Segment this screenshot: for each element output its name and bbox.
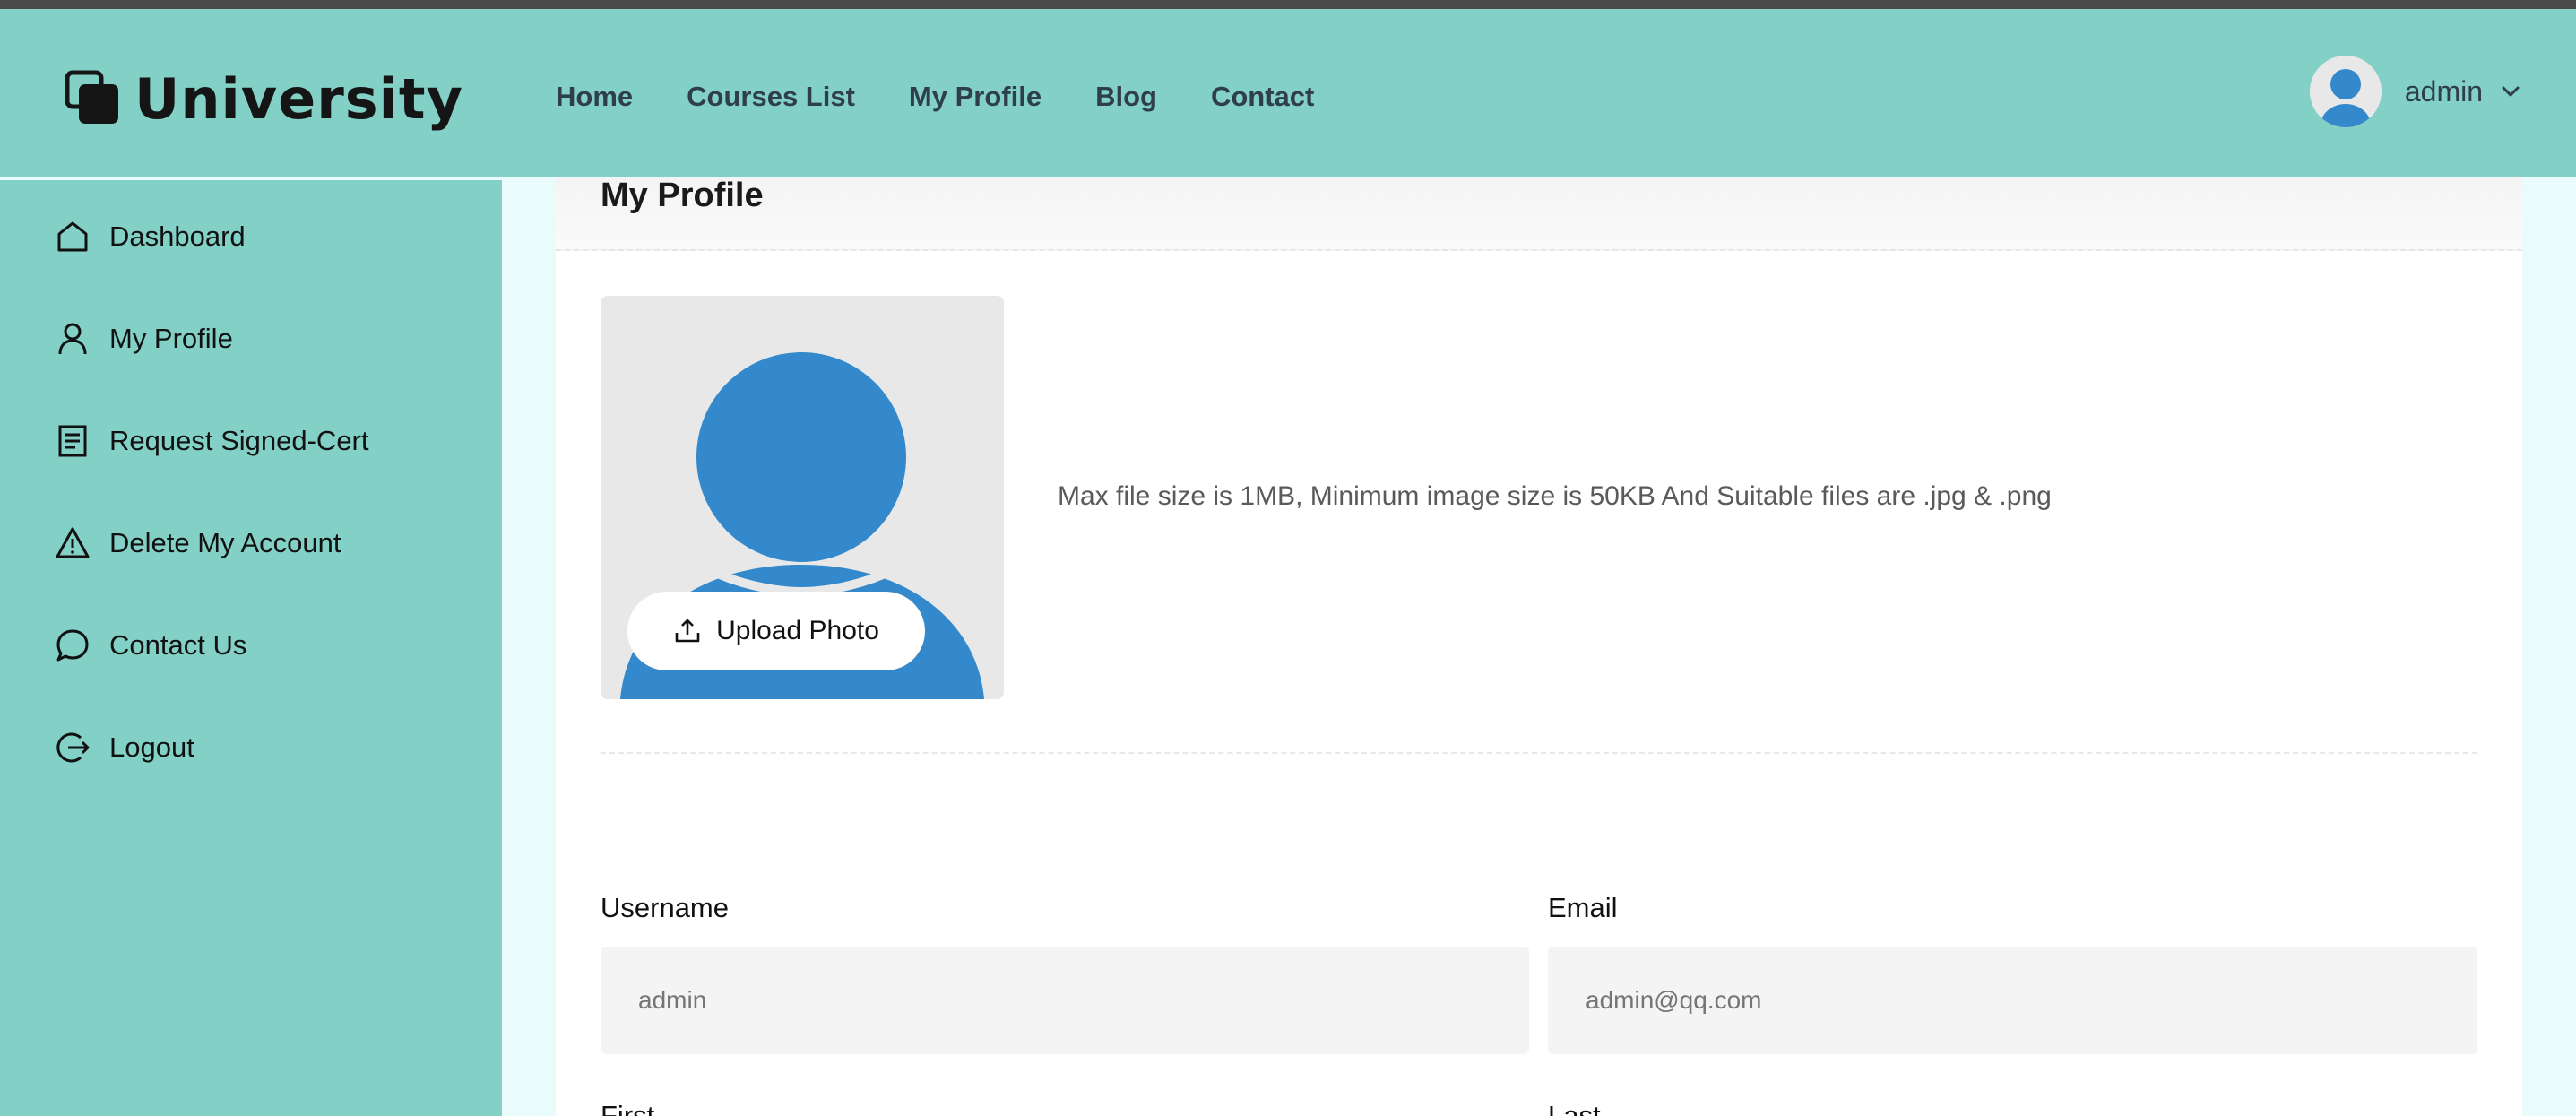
nav-courses-list[interactable]: Courses List [687,81,855,113]
home-icon [57,221,88,252]
nav-my-profile[interactable]: My Profile [909,81,1042,113]
user-avatar-icon [2309,56,2382,127]
section-divider [601,752,2477,754]
card-header: My Profile [556,177,2522,251]
logout-icon [56,732,90,763]
sidebar-item-label: Contact Us [109,629,247,661]
sidebar-item-label: My Profile [109,323,233,354]
sidebar-item-delete-account[interactable]: Delete My Account [54,524,341,562]
warning-icon [56,527,90,558]
username-input[interactable] [601,947,1529,1054]
logo-icon [65,70,118,124]
nav-blog[interactable]: Blog [1095,81,1157,113]
sidebar-item-label: Delete My Account [109,527,341,558]
nav-contact[interactable]: Contact [1211,81,1314,113]
sidebar-item-logout[interactable]: Logout [54,729,194,766]
sidebar: Dashboard My Profile Request Signed-Cert… [0,178,502,1116]
brand-name: University [134,65,463,132]
site-logo[interactable]: University [65,63,463,134]
sidebar-item-label: Dashboard [109,221,246,252]
chevron-down-icon [2502,86,2520,97]
sidebar-item-my-profile[interactable]: My Profile [54,320,233,358]
email-input[interactable] [1548,947,2477,1054]
user-name: admin [2404,74,2483,108]
main-nav: Home Courses List My Profile Blog Contac… [556,81,1314,113]
file-size-hint: Max file size is 1MB, Minimum image size… [1058,481,2052,511]
window-top-strip [0,0,2576,9]
sidebar-item-label: Logout [109,731,194,763]
sidebar-item-contact-us[interactable]: Contact Us [54,627,246,664]
profile-photo: Upload Photo [601,296,1004,699]
user-menu[interactable]: admin [2309,56,2522,127]
upload-photo-button[interactable]: Upload Photo [627,592,925,670]
username-label: Username [601,892,729,923]
profile-card: My Profile Upload Photo Max file size is… [556,177,2522,1116]
document-icon [58,425,87,457]
avatar [2309,56,2382,127]
email-label: Email [1548,892,1618,923]
user-icon [58,323,87,355]
sidebar-item-request-signed-cert[interactable]: Request Signed-Cert [54,422,369,460]
sidebar-item-label: Request Signed-Cert [109,425,369,456]
sidebar-item-dashboard[interactable]: Dashboard [54,218,246,255]
upload-photo-label: Upload Photo [716,616,879,645]
page-title: My Profile [601,177,764,214]
chat-icon [56,629,89,662]
first-name-label: First [601,1100,655,1116]
nav-home[interactable]: Home [556,81,633,113]
site-header: University Home Courses List My Profile … [0,9,2576,177]
last-name-label: Last [1548,1100,1601,1116]
upload-icon [675,619,700,643]
